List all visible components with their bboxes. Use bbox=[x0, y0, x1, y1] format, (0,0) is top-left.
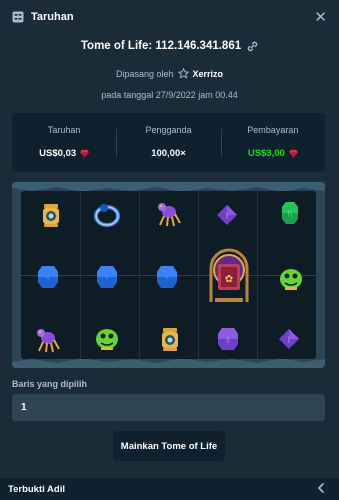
modal-header: Taruhan ✕ bbox=[0, 0, 339, 34]
spider-icon bbox=[152, 198, 182, 228]
close-icon[interactable]: ✕ bbox=[314, 8, 327, 26]
purple-gem-icon: ᚱ bbox=[212, 200, 242, 230]
svg-text:ᚱ: ᚱ bbox=[226, 336, 230, 344]
placed-by-line: Dipasang oleh Xerrizo bbox=[0, 68, 339, 79]
ruby-gem-icon bbox=[288, 149, 298, 158]
svg-text:ᚲ: ᚲ bbox=[105, 274, 109, 282]
svg-text:ᚱ: ᚱ bbox=[225, 212, 229, 220]
purple-gem-icon: ᚱ bbox=[213, 324, 243, 354]
svg-text:ᚲ: ᚲ bbox=[165, 274, 169, 282]
play-game-button[interactable]: Mainkan Tome of Life bbox=[113, 431, 225, 461]
rows-selected-value: 1 bbox=[21, 402, 27, 413]
spider-icon bbox=[31, 324, 61, 354]
green-gem-icon: ᚢ bbox=[275, 198, 305, 228]
copy-icon[interactable] bbox=[247, 41, 258, 52]
rows-selected-field[interactable]: 1 bbox=[12, 394, 325, 421]
rows-selected-label: Baris yang dipilih bbox=[12, 379, 88, 389]
ruby-gem-icon bbox=[80, 149, 90, 158]
multiplier-label: Pengganda bbox=[145, 124, 192, 135]
bet-id: 112.146.341.861 bbox=[155, 40, 242, 52]
bet-id-line: Tome of Life: 112.146.341.861 bbox=[0, 40, 339, 52]
bet-slip-icon bbox=[12, 11, 24, 23]
purple-gem-icon: ᚱ bbox=[274, 324, 304, 354]
stat-bet: Taruhan US$0,03 bbox=[12, 125, 116, 161]
payout-value: US$3,00 bbox=[247, 147, 285, 159]
star-icon bbox=[177, 68, 189, 79]
multiplier-value: 100,00× bbox=[151, 147, 186, 159]
svg-text:ᚱ: ᚱ bbox=[287, 336, 291, 344]
svg-text:✿: ✿ bbox=[225, 274, 233, 285]
tome-scatter-icon: ✿ bbox=[205, 248, 253, 304]
placed-date: pada tanggal 27/9/2022 jam 00.44 bbox=[101, 90, 238, 100]
svg-text:ᚢ: ᚢ bbox=[288, 210, 292, 218]
ring-icon bbox=[92, 200, 122, 230]
stat-multiplier: Pengganda 100,00× bbox=[116, 125, 220, 161]
modal-title: Taruhan bbox=[31, 11, 74, 23]
placed-by-prefix: Dipasang oleh bbox=[115, 68, 174, 79]
bet-stats: Taruhan US$0,03 Pengganda 100,00× Pembay… bbox=[12, 113, 325, 172]
lantern-icon bbox=[155, 324, 185, 354]
slime-icon bbox=[276, 262, 306, 292]
bet-label: Taruhan bbox=[47, 124, 81, 135]
payout-label: Pembayaran bbox=[247, 124, 299, 135]
provably-fair-label: Terbukti Adil bbox=[8, 483, 65, 495]
user-link[interactable]: Xerrizo bbox=[193, 69, 224, 79]
bet-value: US$0,03 bbox=[39, 147, 77, 159]
game-name: Tome of Life bbox=[80, 40, 149, 52]
slime-icon bbox=[92, 322, 122, 352]
stat-payout: Pembayaran US$3,00 bbox=[220, 124, 325, 161]
provably-fair-bar[interactable]: Terbukti Adil bbox=[0, 478, 339, 500]
slot-board: ᚱ ᚢ ᚲ ᚲ ᚲ ✿ ᚱ ᚱ bbox=[12, 182, 325, 368]
svg-text:ᚲ: ᚲ bbox=[46, 274, 50, 282]
chevron-left-icon[interactable] bbox=[315, 481, 327, 495]
blue-gem-icon: ᚲ bbox=[33, 262, 63, 292]
lantern-icon bbox=[36, 200, 66, 230]
blue-gem-icon: ᚲ bbox=[152, 262, 182, 292]
blue-gem-icon: ᚲ bbox=[92, 262, 122, 292]
